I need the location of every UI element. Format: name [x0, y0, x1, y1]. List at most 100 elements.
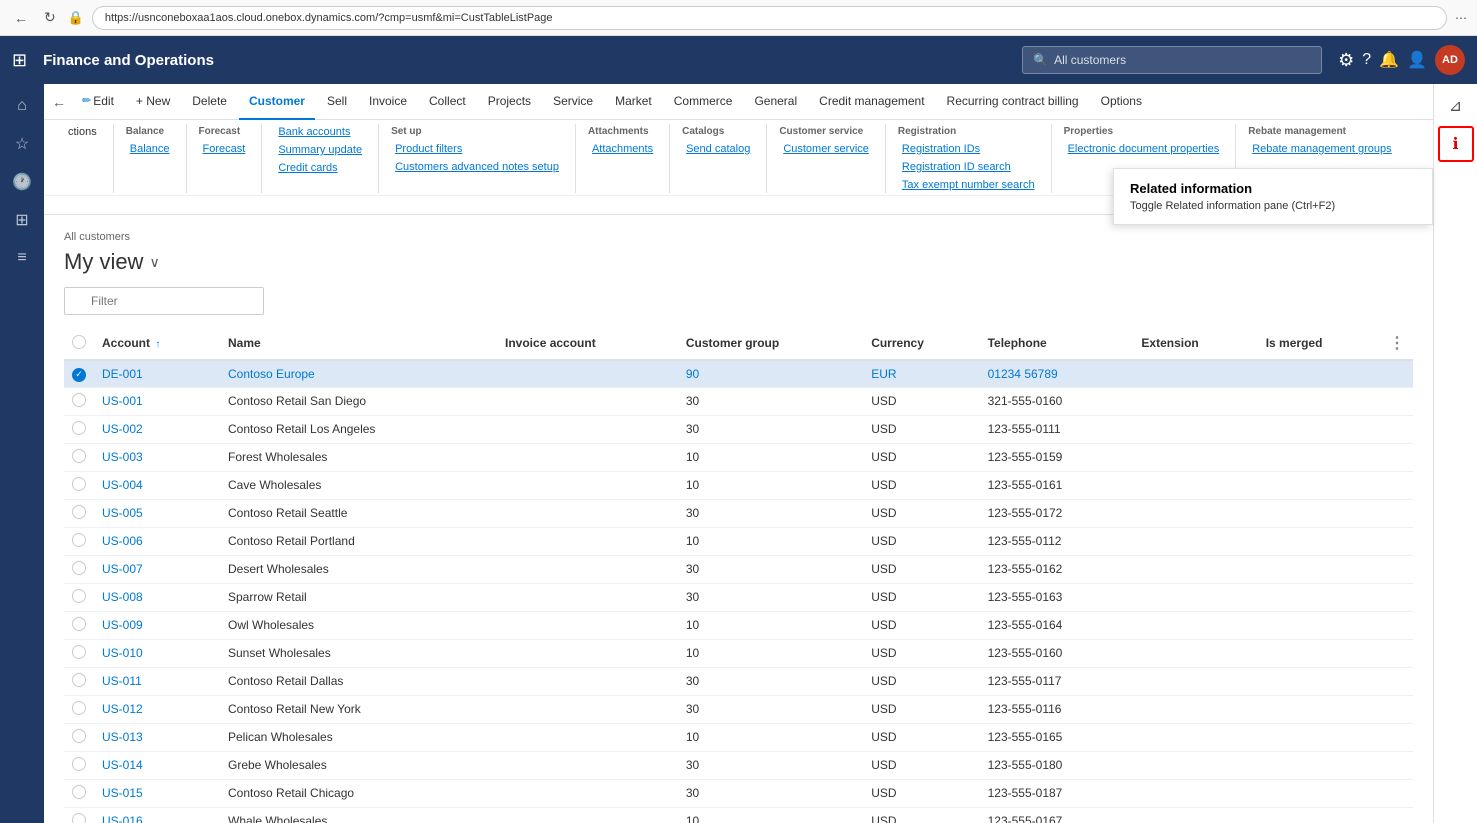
col-header-more[interactable]: ⋮: [1381, 327, 1413, 360]
tax-exempt-link[interactable]: Tax exempt number search: [902, 179, 1035, 191]
cell-account[interactable]: US-011: [94, 667, 220, 695]
table-row[interactable]: US-005Contoso Retail Seattle30USD123-555…: [64, 499, 1413, 527]
table-row[interactable]: US-007Desert Wholesales30USD123-555-0162: [64, 555, 1413, 583]
row-checkbox[interactable]: [72, 673, 86, 687]
browser-settings-icon[interactable]: ⋯: [1455, 11, 1467, 25]
row-checkbox[interactable]: [72, 449, 86, 463]
col-header-account[interactable]: Account ↑: [94, 327, 220, 360]
electronic-doc-link[interactable]: Electronic document properties: [1068, 143, 1220, 155]
ribbon-item-bank-accounts[interactable]: Bank accounts: [274, 124, 354, 140]
row-checkbox[interactable]: [72, 589, 86, 603]
ribbon-item-attachments[interactable]: Attachments: [588, 141, 657, 157]
table-row[interactable]: US-010Sunset Wholesales10USD123-555-0160: [64, 639, 1413, 667]
customer-service-link[interactable]: Customer service: [783, 143, 869, 155]
sidebar-item-favorites[interactable]: ☆: [4, 126, 40, 162]
ribbon-item-electronic-doc[interactable]: Electronic document properties: [1064, 141, 1224, 157]
table-row[interactable]: US-011Contoso Retail Dallas30USD123-555-…: [64, 667, 1413, 695]
registration-id-search-link[interactable]: Registration ID search: [902, 161, 1011, 173]
sidebar-item-home[interactable]: ⌂: [4, 88, 40, 124]
cell-account[interactable]: US-013: [94, 723, 220, 751]
row-checkbox[interactable]: [72, 701, 86, 715]
tab-invoice[interactable]: Invoice: [359, 84, 417, 120]
summary-update-link[interactable]: Summary update: [278, 144, 362, 156]
table-row[interactable]: ✓DE-001Contoso Europe90EUR01234 56789: [64, 360, 1413, 387]
cell-account[interactable]: DE-001: [94, 360, 220, 387]
row-checkbox[interactable]: [72, 729, 86, 743]
send-catalog-link[interactable]: Send catalog: [686, 143, 750, 155]
table-row[interactable]: US-016Whale Wholesales10USD123-555-0167: [64, 807, 1413, 823]
table-row[interactable]: US-012Contoso Retail New York30USD123-55…: [64, 695, 1413, 723]
settings-icon[interactable]: ⚙: [1338, 50, 1354, 71]
cell-account[interactable]: US-014: [94, 751, 220, 779]
cell-account[interactable]: US-004: [94, 471, 220, 499]
notification-icon[interactable]: 🔔: [1379, 50, 1399, 70]
row-checkbox[interactable]: [72, 393, 86, 407]
cell-account[interactable]: US-005: [94, 499, 220, 527]
filter-input[interactable]: [64, 287, 264, 315]
registration-ids-link[interactable]: Registration IDs: [902, 143, 980, 155]
cell-account[interactable]: US-010: [94, 639, 220, 667]
tab-projects[interactable]: Projects: [478, 84, 541, 120]
sidebar-item-modules[interactable]: ≡: [4, 240, 40, 276]
cell-account[interactable]: US-009: [94, 611, 220, 639]
tab-sell[interactable]: Sell: [317, 84, 357, 120]
col-header-name[interactable]: Name: [220, 327, 497, 360]
ribbon-item-registration-ids[interactable]: Registration IDs: [898, 141, 984, 157]
customers-advanced-notes-link[interactable]: Customers advanced notes setup: [395, 161, 559, 173]
row-checkbox[interactable]: [72, 813, 86, 823]
tab-general[interactable]: General: [744, 84, 807, 120]
tab-options[interactable]: Options: [1091, 84, 1152, 120]
browser-back[interactable]: ←: [10, 6, 32, 30]
ribbon-item-customers-advanced-notes[interactable]: Customers advanced notes setup: [391, 159, 563, 175]
tab-service[interactable]: Service: [543, 84, 603, 120]
row-checkbox[interactable]: [72, 785, 86, 799]
ribbon-item-registration-id-search[interactable]: Registration ID search: [898, 159, 1015, 175]
table-row[interactable]: US-001Contoso Retail San Diego30USD321-5…: [64, 387, 1413, 415]
sidebar-item-recent[interactable]: 🕐: [4, 164, 40, 200]
tab-commerce[interactable]: Commerce: [664, 84, 743, 120]
attachments-link[interactable]: Attachments: [592, 143, 653, 155]
forecast-link[interactable]: Forecast: [203, 143, 246, 155]
col-header-is-merged[interactable]: Is merged: [1258, 327, 1381, 360]
ribbon-item-summary-update[interactable]: Summary update: [274, 142, 366, 158]
ribbon-item-credit-cards[interactable]: Credit cards: [274, 160, 341, 176]
cell-account[interactable]: US-006: [94, 527, 220, 555]
more-columns-icon[interactable]: ⋮: [1389, 335, 1405, 352]
rebate-groups-link[interactable]: Rebate management groups: [1252, 143, 1391, 155]
tab-credit-management[interactable]: Credit management: [809, 84, 934, 120]
cell-account[interactable]: US-003: [94, 443, 220, 471]
bank-accounts-link[interactable]: Bank accounts: [278, 126, 350, 138]
tab-market[interactable]: Market: [605, 84, 662, 120]
ribbon-item-rebate-groups[interactable]: Rebate management groups: [1248, 141, 1395, 157]
waffle-menu[interactable]: ⊞: [12, 50, 27, 71]
table-row[interactable]: US-013Pelican Wholesales10USD123-555-016…: [64, 723, 1413, 751]
ribbon-item-actions[interactable]: ctions: [64, 124, 101, 140]
table-row[interactable]: US-004Cave Wholesales10USD123-555-0161: [64, 471, 1413, 499]
row-checkbox[interactable]: [72, 617, 86, 631]
table-row[interactable]: US-003Forest Wholesales10USD123-555-0159: [64, 443, 1413, 471]
tab-delete[interactable]: Delete: [182, 84, 237, 120]
filter-pane-btn[interactable]: ⊿: [1438, 88, 1474, 124]
col-header-extension[interactable]: Extension: [1133, 327, 1257, 360]
table-row[interactable]: US-006Contoso Retail Portland10USD123-55…: [64, 527, 1413, 555]
balance-link[interactable]: Balance: [130, 143, 170, 155]
table-row[interactable]: US-015Contoso Retail Chicago30USD123-555…: [64, 779, 1413, 807]
sidebar-item-workspaces[interactable]: ⊞: [4, 202, 40, 238]
info-pane-btn[interactable]: ℹ: [1438, 126, 1474, 162]
product-filters-link[interactable]: Product filters: [395, 143, 462, 155]
ribbon-item-forecast[interactable]: Forecast: [199, 141, 250, 157]
cell-account[interactable]: US-015: [94, 779, 220, 807]
select-all-checkbox[interactable]: [72, 335, 86, 349]
tab-recurring-contract-billing[interactable]: Recurring contract billing: [937, 84, 1089, 120]
row-checkbox[interactable]: [72, 533, 86, 547]
row-checkbox[interactable]: [72, 561, 86, 575]
ribbon-item-balance[interactable]: Balance: [126, 141, 174, 157]
row-checkbox[interactable]: [72, 757, 86, 771]
col-header-customer-group[interactable]: Customer group: [678, 327, 863, 360]
browser-refresh[interactable]: ↻: [40, 5, 60, 30]
ribbon-item-send-catalog[interactable]: Send catalog: [682, 141, 754, 157]
tab-new[interactable]: + New: [126, 84, 180, 120]
row-checkbox[interactable]: ✓: [72, 368, 86, 382]
credit-cards-link[interactable]: Credit cards: [278, 162, 337, 174]
cell-account[interactable]: US-012: [94, 695, 220, 723]
